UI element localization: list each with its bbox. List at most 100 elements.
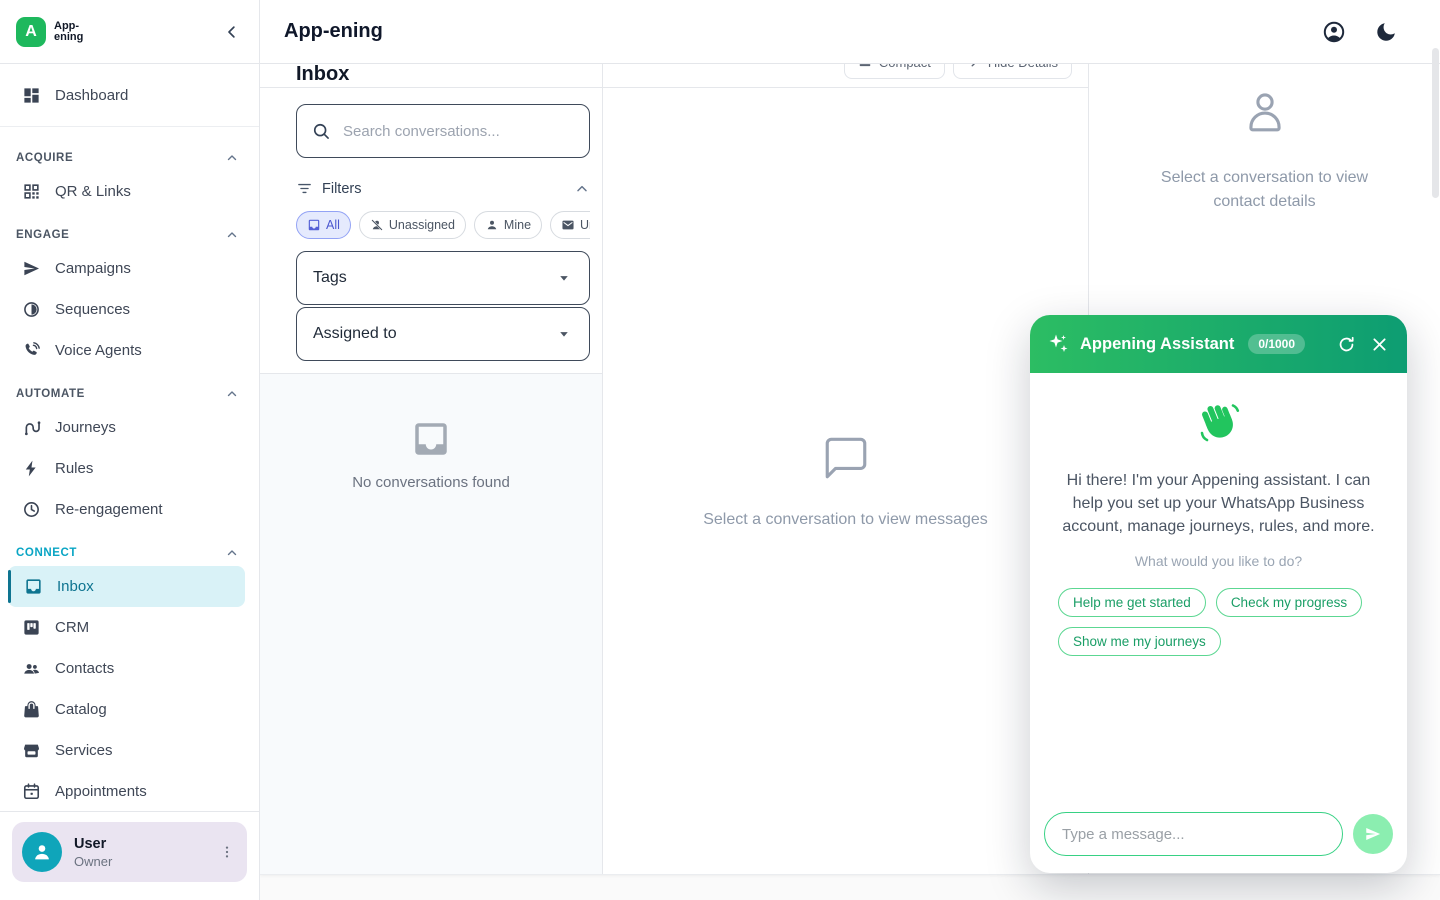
chip-all[interactable]: All bbox=[296, 211, 351, 239]
section-label: CONNECT bbox=[16, 547, 77, 559]
sidebar-item-voice-agents[interactable]: Voice Agents bbox=[0, 330, 259, 371]
search-input[interactable] bbox=[343, 123, 575, 140]
waving-hand-icon bbox=[1195, 399, 1243, 447]
sidebar-item-inbox[interactable]: Inbox bbox=[8, 566, 245, 607]
inbox-list-panel: Inbox Filters All bbox=[260, 64, 603, 874]
compact-list-icon bbox=[858, 64, 872, 69]
assistant-close-button[interactable] bbox=[1368, 333, 1391, 356]
sidebar-item-label: Catalog bbox=[55, 701, 107, 718]
sidebar-item-label: Campaigns bbox=[55, 260, 131, 277]
quick-reply-show-journeys[interactable]: Show me my journeys bbox=[1058, 627, 1221, 656]
kebab-menu-icon bbox=[219, 844, 235, 860]
sidebar-item-rules[interactable]: Rules bbox=[0, 448, 259, 489]
account-button[interactable] bbox=[1322, 20, 1346, 44]
sidebar-item-services[interactable]: Services bbox=[0, 730, 259, 771]
avatar bbox=[22, 832, 62, 872]
sidebar-item-crm[interactable]: CRM bbox=[0, 607, 259, 648]
chevron-up-icon bbox=[225, 546, 239, 560]
quick-reply-get-started[interactable]: Help me get started bbox=[1058, 588, 1206, 617]
sidebar-item-label: Services bbox=[55, 742, 113, 759]
section-header-connect[interactable]: CONNECT bbox=[0, 530, 259, 566]
assigned-to-select[interactable]: Assigned to bbox=[296, 307, 590, 361]
tags-select-label: Tags bbox=[313, 269, 347, 287]
sidebar-item-appointments[interactable]: Appointments bbox=[0, 771, 259, 811]
chevron-up-icon bbox=[225, 228, 239, 242]
sidebar-item-label: Inbox bbox=[57, 578, 94, 595]
compact-button[interactable]: Compact bbox=[844, 64, 945, 79]
quick-reply-check-progress[interactable]: Check my progress bbox=[1216, 588, 1362, 617]
assistant-message-input[interactable] bbox=[1044, 812, 1343, 856]
chip-unread[interactable]: Unread bbox=[550, 211, 590, 239]
user-menu-button[interactable] bbox=[215, 840, 239, 864]
usage-counter-badge: 0/1000 bbox=[1248, 334, 1305, 354]
header-actions bbox=[1322, 20, 1398, 44]
sparkles-icon bbox=[1046, 332, 1070, 356]
sidebar-item-label: QR & Links bbox=[55, 183, 131, 200]
assistant-refresh-button[interactable] bbox=[1335, 333, 1358, 356]
half-circle-icon bbox=[22, 300, 41, 319]
sidebar-item-contacts[interactable]: Contacts bbox=[0, 648, 259, 689]
assistant-body: Hi there! I'm your Appening assistant. I… bbox=[1030, 373, 1407, 802]
conversation-list: No conversations found bbox=[260, 373, 602, 874]
no-conversations-text: No conversations found bbox=[352, 474, 510, 491]
inbox-icon bbox=[24, 577, 43, 596]
sidebar-item-sequences[interactable]: Sequences bbox=[0, 289, 259, 330]
sidebar-item-re-engagement[interactable]: Re-engagement bbox=[0, 489, 259, 530]
caret-down-icon bbox=[555, 325, 573, 343]
chevron-right-icon bbox=[967, 64, 981, 69]
sidebar-item-label: Sequences bbox=[55, 301, 130, 318]
assistant-widget: Appening Assistant 0/1000 Hi there! I'm … bbox=[1030, 315, 1407, 873]
page-title: App-ening bbox=[284, 20, 1322, 43]
vertical-scrollbar[interactable] bbox=[1431, 0, 1440, 900]
divider bbox=[0, 126, 259, 127]
chevron-left-icon bbox=[223, 23, 241, 41]
assistant-greeting: Hi there! I'm your Appening assistant. I… bbox=[1058, 469, 1379, 538]
filters-label: Filters bbox=[322, 181, 361, 197]
sidebar-item-label: Journeys bbox=[55, 419, 116, 436]
quick-replies: Help me get started Check my progress Sh… bbox=[1058, 588, 1379, 656]
sidebar-item-qr-links[interactable]: QR & Links bbox=[0, 171, 259, 212]
account-circle-icon bbox=[1322, 20, 1346, 44]
details-empty-text: Select a conversation to view contact de… bbox=[1140, 166, 1390, 214]
user-name: User bbox=[74, 836, 203, 852]
qr-code-icon bbox=[22, 182, 41, 201]
sidebar-item-catalog[interactable]: Catalog bbox=[0, 689, 259, 730]
caret-down-icon bbox=[555, 269, 573, 287]
chip-mine[interactable]: Mine bbox=[474, 211, 542, 239]
kanban-icon bbox=[22, 618, 41, 637]
moon-icon bbox=[1374, 20, 1398, 44]
sidebar-item-label: Re-engagement bbox=[55, 501, 163, 518]
person-icon bbox=[485, 218, 499, 232]
chevron-up-icon bbox=[225, 151, 239, 165]
app-logo[interactable]: A App- ening bbox=[16, 17, 83, 47]
user-card[interactable]: User Owner bbox=[12, 822, 247, 882]
section-header-acquire[interactable]: ACQUIRE bbox=[0, 135, 259, 171]
send-icon bbox=[22, 259, 41, 278]
scrollbar-thumb[interactable] bbox=[1432, 48, 1439, 198]
section-header-engage[interactable]: ENGAGE bbox=[0, 212, 259, 248]
send-button[interactable] bbox=[1353, 814, 1393, 854]
search-icon bbox=[311, 121, 331, 141]
hide-details-button[interactable]: Hide Details bbox=[953, 64, 1072, 79]
section-header-automate[interactable]: AUTOMATE bbox=[0, 371, 259, 407]
tags-select[interactable]: Tags bbox=[296, 251, 590, 305]
route-icon bbox=[22, 418, 41, 437]
person-icon bbox=[31, 841, 53, 863]
chip-unassigned[interactable]: Unassigned bbox=[359, 211, 466, 239]
dark-mode-toggle[interactable] bbox=[1374, 20, 1398, 44]
sidebar-item-label: Rules bbox=[55, 460, 93, 477]
sidebar-item-label: Voice Agents bbox=[55, 342, 142, 359]
sidebar-item-dashboard[interactable]: Dashboard bbox=[0, 72, 259, 118]
phone-talk-icon bbox=[22, 341, 41, 360]
top-header: App-ening bbox=[260, 0, 1440, 64]
sidebar-item-campaigns[interactable]: Campaigns bbox=[0, 248, 259, 289]
sidebar-collapse-button[interactable] bbox=[219, 19, 245, 45]
messages-toolbar: Compact Hide Details bbox=[603, 64, 1088, 88]
sidebar-item-journeys[interactable]: Journeys bbox=[0, 407, 259, 448]
assistant-footer bbox=[1030, 802, 1407, 873]
chip-label: All bbox=[326, 218, 340, 232]
close-icon bbox=[1370, 335, 1389, 354]
sidebar-item-label: CRM bbox=[55, 619, 89, 636]
filters-toggle[interactable]: Filters bbox=[296, 180, 590, 197]
lightning-icon bbox=[22, 459, 41, 478]
